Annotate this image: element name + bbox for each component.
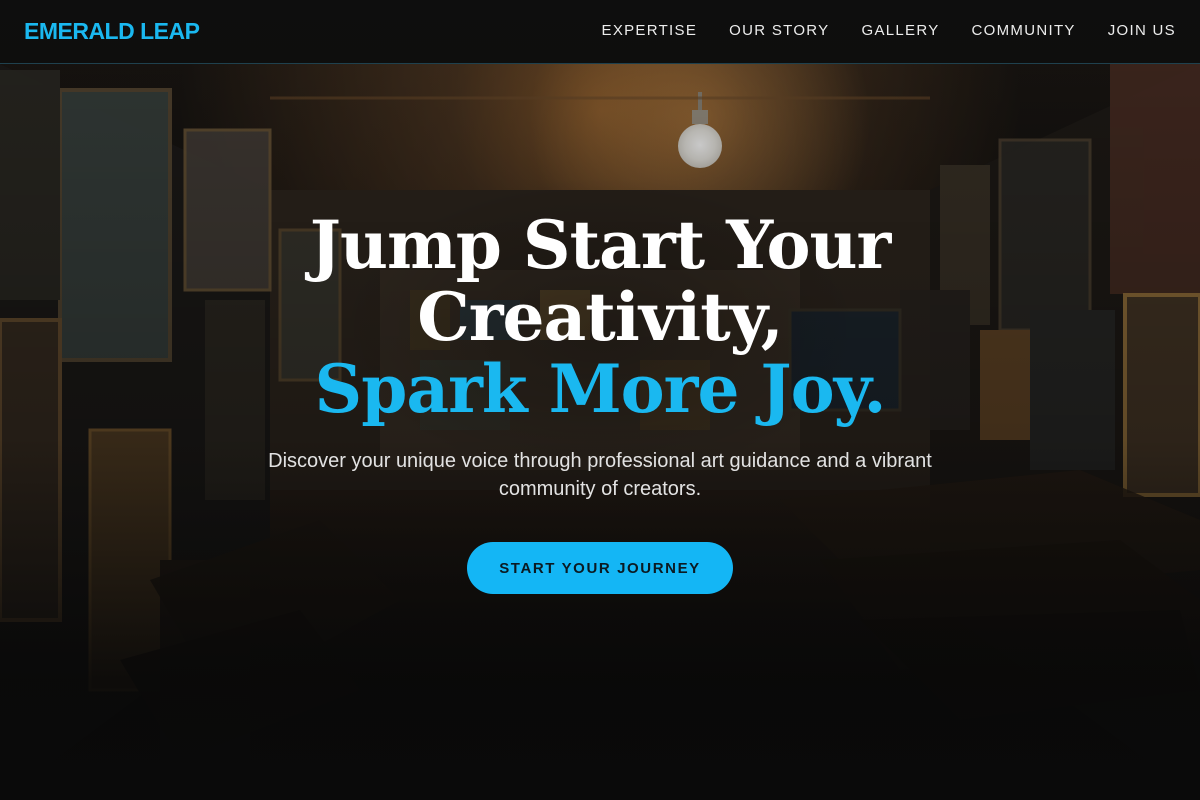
brand-logo[interactable]: EMERALD LEAP	[24, 17, 200, 45]
nav-link-our-story[interactable]: OUR STORY	[729, 22, 829, 39]
nav-item-expertise: EXPERTISE	[602, 20, 698, 42]
top-navbar: EMERALD LEAP EXPERTISE OUR STORY GALLERY…	[0, 0, 1200, 64]
nav-item-our-story: OUR STORY	[729, 20, 829, 42]
nav-item-community: COMMUNITY	[972, 20, 1076, 42]
nav-item-gallery: GALLERY	[861, 20, 939, 42]
hero-section: Jump Start Your Creativity, Spark More J…	[0, 64, 1200, 800]
hero-title: Jump Start Your Creativity, Spark More J…	[200, 209, 1000, 425]
hero-title-line-1: Jump Start Your	[309, 206, 891, 284]
start-journey-button[interactable]: START YOUR JOURNEY	[467, 542, 733, 594]
nav-link-expertise[interactable]: EXPERTISE	[602, 22, 698, 39]
nav-item-join-us: JOIN US	[1108, 20, 1176, 42]
hero-title-line-2: Creativity,	[417, 278, 784, 356]
nav-link-gallery[interactable]: GALLERY	[861, 22, 939, 39]
hero-title-accent: Spark More Joy.	[314, 350, 887, 428]
hero-subtitle: Discover your unique voice through profe…	[268, 450, 932, 500]
nav-link-join-us[interactable]: JOIN US	[1108, 22, 1176, 39]
nav-link-community[interactable]: COMMUNITY	[972, 22, 1076, 39]
nav-menu: EXPERTISE OUR STORY GALLERY COMMUNITY JO…	[602, 20, 1176, 42]
landing-page: EMERALD LEAP EXPERTISE OUR STORY GALLERY…	[0, 0, 1200, 800]
